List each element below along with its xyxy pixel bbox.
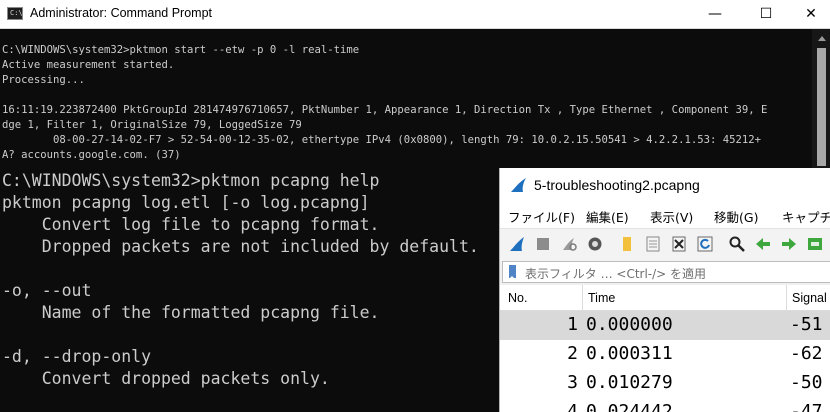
packet-list-header: No. Time Signal [500,285,830,311]
packet-signal: -50 [790,372,823,393]
help-line: Name of the formatted pcapng file. [2,303,380,322]
packet-signal: -47 [790,401,823,412]
column-header-no[interactable]: No. [508,291,527,305]
close-file-icon[interactable] [670,235,688,253]
stop-capture-icon[interactable] [534,235,552,253]
help-line: C:\WINDOWS\system32>pktmon pcapng help [2,171,380,190]
column-header-signal[interactable]: Signal [792,291,827,305]
window-title: Administrator: Command Prompt [30,6,213,20]
capture-options-gear-icon[interactable] [586,235,604,253]
console-line: Active measurement started. [2,59,175,71]
menu-bar: ファイル(F) 編集(E) 表示(V) 移動(G) キャプチャ [500,202,830,228]
column-header-time[interactable]: Time [588,291,615,305]
help-line: pktmon pcapng log.etl [-o log.pcapng] [2,193,370,212]
wireshark-title: 5-troubleshooting2.pcapng [534,177,700,193]
packet-signal: -62 [790,343,823,364]
console-line: A? accounts.google.com. (37) [2,149,181,161]
packet-number: 4 [567,401,578,412]
packet-number: 1 [567,314,578,335]
help-line: -d, --drop-only [2,347,152,366]
console-line: Processing... [2,74,85,86]
main-toolbar [500,228,830,261]
packet-number: 2 [567,343,578,364]
packet-row[interactable]: 3 0.010279 -50 [500,369,830,398]
wireshark-fin-icon [511,178,526,192]
packet-row[interactable]: 1 0.000000 -51 [500,311,830,340]
packet-row[interactable]: 2 0.000311 -62 [500,340,830,369]
filter-bookmark-icon[interactable] [509,265,516,279]
display-filter-input[interactable]: 表示フィルタ … <Ctrl-/> を適用 [502,261,830,283]
console-line: 16:11:19.223872400 PktGroupId 2814749767… [2,104,768,116]
help-line: Convert log file to pcapng format. [2,215,380,234]
open-folder-icon[interactable] [618,235,636,253]
packet-number: 3 [567,372,578,393]
packet-list: 1 0.000000 -51 2 0.000311 -62 3 0.010279… [500,311,830,412]
menu-capture[interactable]: キャプチャ [782,207,830,226]
column-divider[interactable] [786,285,787,311]
close-button[interactable]: ✕ [788,0,830,28]
scroll-thumb[interactable] [817,48,826,166]
column-divider[interactable] [582,285,583,311]
start-capture-icon[interactable] [508,235,526,253]
restart-capture-icon[interactable] [560,235,578,253]
cmd-icon: C:\ [7,7,23,20]
minimize-button[interactable]: — [692,0,738,28]
packet-time: 0.000311 [586,343,673,364]
scroll-up-arrow-icon[interactable] [818,36,826,41]
wireshark-window: 5-troubleshooting2.pcapng ファイル(F) 編集(E) … [499,168,830,412]
packet-time: 0.010279 [586,372,673,393]
packet-time: 0.024442 [586,401,673,412]
console-line: 08-00-27-14-02-F7 > 52-54-00-12-35-02, e… [2,134,761,146]
maximize-button[interactable]: ☐ [743,0,789,28]
packet-row[interactable]: 4 0.024442 -47 [500,398,830,412]
wireshark-titlebar[interactable]: 5-troubleshooting2.pcapng [500,168,830,202]
menu-view[interactable]: 表示(V) [650,207,693,226]
go-forward-arrow-icon[interactable] [780,235,798,253]
help-line: Dropped packets are not included by defa… [2,237,479,256]
go-back-arrow-icon[interactable] [754,235,772,253]
console-line: dge 1, Filter 1, OriginalSize 79, Logged… [2,119,302,131]
packet-signal: -51 [790,314,823,335]
menu-edit[interactable]: 編集(E) [586,207,629,226]
cmd-icon-text: C:\ [10,9,23,17]
save-file-icon[interactable] [644,235,662,253]
go-to-packet-icon[interactable] [806,235,824,253]
menu-go[interactable]: 移動(G) [714,207,758,226]
help-line: -o, --out [2,281,92,300]
help-line: Convert dropped packets only. [2,369,330,388]
filter-placeholder: 表示フィルタ … <Ctrl-/> を適用 [525,267,707,281]
command-prompt-window: C:\ Administrator: Command Prompt — ☐ ✕ … [0,0,830,170]
console-line: C:\WINDOWS\system32>pktmon start --etw -… [2,44,360,56]
reload-icon[interactable] [696,235,714,253]
find-packet-search-icon[interactable] [728,235,746,253]
packet-time: 0.000000 [586,314,673,335]
cmd-titlebar[interactable]: C:\ Administrator: Command Prompt — ☐ ✕ [0,0,830,29]
menu-file[interactable]: ファイル(F) [508,207,575,226]
